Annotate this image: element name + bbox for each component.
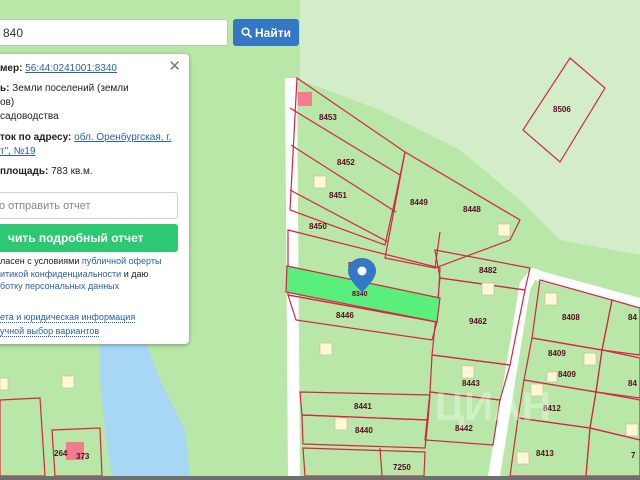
plot-label-8450: 8450 bbox=[309, 222, 327, 231]
plot-label-84-partial-b: 84 bbox=[628, 379, 637, 388]
consent-line1-text: ласен с условиями bbox=[0, 256, 80, 266]
search-bar bbox=[0, 19, 228, 46]
address-line2: т", №19 bbox=[0, 145, 190, 159]
consent-text: ласен с условиями публичной оферты bbox=[0, 254, 185, 268]
bottom-bar bbox=[0, 476, 640, 480]
search-button[interactable]: Найти bbox=[233, 19, 299, 46]
plot-info-panel: ✕ мер: 56:44:0241001:8340 ь: Земли посел… bbox=[0, 54, 189, 344]
building-square bbox=[516, 451, 530, 465]
consent-line2-text: и даю bbox=[123, 269, 149, 279]
address-link-line1[interactable]: обл. Оренбургская, г. bbox=[74, 132, 171, 143]
plot-label-8506: 8506 bbox=[553, 105, 571, 114]
legal-info-link[interactable]: ета и юридическая информация bbox=[0, 312, 136, 323]
category-value-line1: Земли поселений (земли bbox=[12, 83, 129, 94]
consent-line3: ботку персональных данных bbox=[0, 279, 185, 293]
building-square bbox=[319, 342, 333, 356]
plot-label-8452: 8452 bbox=[337, 158, 355, 167]
plot-label-8413: 8413 bbox=[536, 449, 554, 458]
category-value-line2: ов) bbox=[0, 97, 15, 108]
building-square bbox=[583, 352, 597, 366]
plot-label-373: 373 bbox=[76, 452, 90, 461]
plot-label-8446: 8446 bbox=[336, 311, 354, 320]
cadastral-number-link[interactable]: 56:44:0241001:8340 bbox=[25, 63, 117, 74]
address-link-line2[interactable]: т", №19 bbox=[0, 146, 36, 157]
use-value: садоводства bbox=[0, 111, 59, 122]
category-label: ь: bbox=[0, 83, 10, 94]
plot-label-8448: 8448 bbox=[463, 205, 481, 214]
plot-label-9462: 9462 bbox=[469, 317, 487, 326]
plot-label-84-partial: 84 bbox=[628, 313, 637, 322]
building-square bbox=[313, 175, 327, 189]
building-square bbox=[625, 423, 639, 437]
area-label: площадь: bbox=[0, 166, 49, 177]
building-highlight bbox=[298, 92, 312, 106]
plot-label-8449: 8449 bbox=[410, 198, 428, 207]
area-value: 783 кв.м. bbox=[51, 166, 93, 177]
cadastral-number-row: мер: 56:44:0241001:8340 bbox=[0, 62, 190, 76]
plot-label-8409-b: 8409 bbox=[558, 370, 576, 379]
personal-data-link[interactable]: ботку персональных данных bbox=[0, 281, 119, 291]
plot-label-8451: 8451 bbox=[329, 191, 347, 200]
send-report-field[interactable]: о отправить отчет bbox=[0, 192, 178, 219]
address-label: ток по адресу: bbox=[0, 132, 72, 143]
search-input[interactable] bbox=[0, 20, 227, 45]
get-report-button[interactable]: чить подробный отчет bbox=[0, 224, 178, 252]
plot-label-8441: 8441 bbox=[354, 402, 372, 411]
building-square bbox=[334, 417, 348, 431]
cadastral-label: мер: bbox=[0, 63, 23, 74]
building-square bbox=[461, 365, 475, 379]
public-offer-link[interactable]: публичной оферты bbox=[82, 256, 162, 266]
search-button-label: Найти bbox=[255, 25, 291, 40]
building-square bbox=[481, 282, 495, 296]
get-report-button-label: чить подробный отчет bbox=[8, 231, 144, 245]
variants-row: учной выбор вариантов bbox=[0, 324, 190, 338]
plot-label-7250: 7250 bbox=[393, 463, 411, 472]
plot-label-8440: 8440 bbox=[355, 426, 373, 435]
plot-label-8340: 8340 bbox=[352, 291, 368, 298]
area-row: площадь: 783 кв.м. bbox=[0, 165, 190, 179]
plot-label-264: 264 bbox=[54, 449, 68, 458]
watermark-text: ЦИАН bbox=[435, 385, 551, 429]
building-square bbox=[61, 375, 75, 389]
building-square bbox=[0, 377, 9, 391]
address-row: ток по адресу: обл. Оренбургская, г. bbox=[0, 131, 190, 145]
building-square bbox=[497, 223, 511, 237]
plot-label-8409: 8409 bbox=[548, 349, 566, 358]
manual-variants-link[interactable]: учной выбор вариантов bbox=[0, 326, 100, 337]
privacy-policy-link[interactable]: итикой конфиденциальности bbox=[0, 269, 121, 279]
building-square bbox=[546, 371, 558, 383]
legal-info-row: ета и юридическая информация bbox=[0, 310, 190, 324]
plot-label-7-partial: 7 bbox=[631, 451, 636, 460]
category-row: ь: Земли поселений (земли bbox=[0, 82, 190, 96]
building-square bbox=[544, 292, 558, 306]
search-icon bbox=[241, 27, 252, 38]
plot-label-8453: 8453 bbox=[319, 113, 337, 122]
plot-label-8482: 8482 bbox=[479, 266, 497, 275]
send-report-placeholder: о отправить отчет bbox=[0, 200, 91, 212]
plot-label-8408: 8408 bbox=[562, 313, 580, 322]
